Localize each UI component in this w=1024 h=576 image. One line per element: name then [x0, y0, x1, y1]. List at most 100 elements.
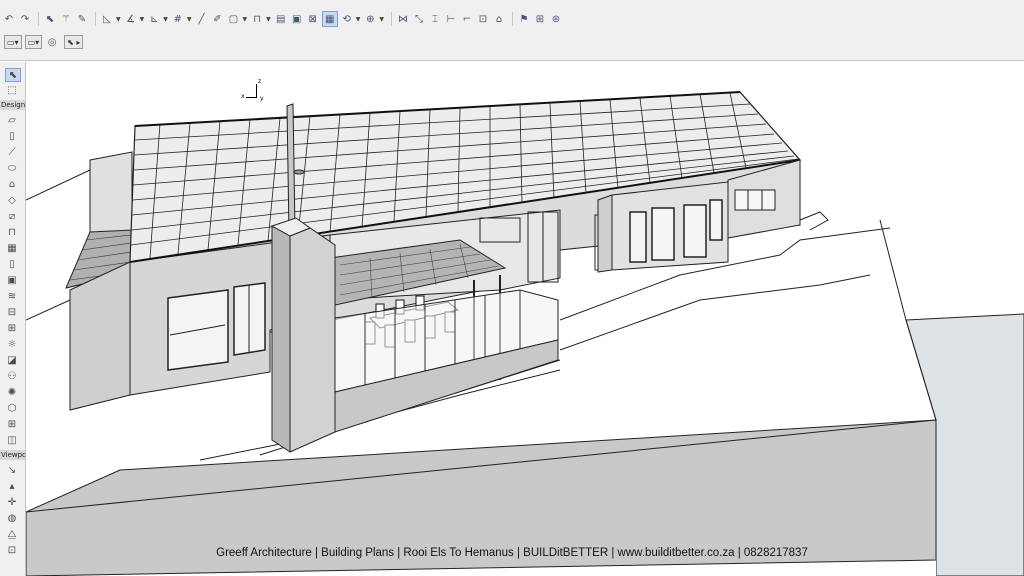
flag-icon[interactable]: ⚑: [517, 12, 531, 26]
dropdown-arrow-icon[interactable]: ▼: [356, 16, 361, 23]
marquee-icon[interactable]: ⬚: [5, 84, 19, 96]
grid-icon[interactable]: #: [171, 12, 185, 26]
right-bay-side: [597, 194, 613, 273]
magic-wand-icon[interactable]: ⚚: [59, 12, 73, 26]
wall-icon[interactable]: ▱: [5, 114, 19, 126]
mesh-icon[interactable]: ⬡: [5, 402, 19, 414]
publish-icon[interactable]: ⊛: [549, 12, 563, 26]
roof-icon[interactable]: ⌂: [5, 178, 19, 190]
layers-icon[interactable]: ▤: [274, 12, 288, 26]
elevation-icon[interactable]: ▴: [5, 480, 19, 492]
window-grid-icon[interactable]: ▦: [5, 242, 19, 254]
trim-icon[interactable]: ⌂: [492, 12, 506, 26]
dropdown-arrow-icon[interactable]: ▼: [140, 16, 145, 23]
morph-icon[interactable]: ⊞: [5, 418, 19, 430]
worksheet-icon[interactable]: ◍: [5, 512, 19, 524]
change-icon[interactable]: ⧋: [5, 528, 19, 540]
toolbar-divider: [38, 12, 39, 26]
layout-icon[interactable]: ⊞: [533, 12, 547, 26]
toolbar-divider: [391, 12, 392, 26]
refresh-view-icon[interactable]: ◎: [45, 35, 59, 49]
3d-window-icon[interactable]: ▦: [321, 11, 338, 27]
mirror-icon[interactable]: ⋈: [396, 12, 410, 26]
orbit-icon[interactable]: ⟲: [340, 12, 354, 26]
axis-z-label: z: [258, 78, 262, 85]
3d-viewport[interactable]: z x y: [26, 62, 1024, 576]
curtain-wall-icon[interactable]: ⊓: [5, 226, 19, 238]
guide-line-icon[interactable]: ∡: [124, 12, 138, 26]
dropdown-arrow-icon[interactable]: ▼: [379, 16, 384, 23]
zone-icon[interactable]: ◪: [5, 354, 19, 366]
stretch-icon[interactable]: ⊢: [444, 12, 458, 26]
view-scale-icon[interactable]: ▭▾: [24, 35, 43, 49]
line-icon[interactable]: ╱: [195, 12, 209, 26]
dropdown-arrow-icon[interactable]: ▼: [116, 16, 121, 23]
pointer-mode-icon[interactable]: ⬉ ▸: [64, 35, 84, 49]
sun-icon[interactable]: ✺: [5, 386, 19, 398]
arrow-select-icon[interactable]: ⬉: [5, 68, 21, 82]
figure-icon[interactable]: ⚇: [5, 370, 19, 382]
axis-gizmo: z x y: [240, 78, 270, 106]
split-icon[interactable]: ⊡: [476, 12, 490, 26]
lamp-icon[interactable]: ☼: [5, 338, 19, 350]
toolbar-icons-row: ↶ ↷ ⬉ ⚚ ✎ ◺ ▼ ∡ ▼ ⊾ ▼ # ▼ ╱ ✐ ▢ ▼ ⊓ ▼ ▤ …: [2, 10, 565, 28]
toolbox-panel: ⬉ ⬚ Design ▱ ▯ ⟋ ⬭ ⌂ ◇ ⧄ ⊓ ▦ ▯ ▣ ≋ ⊟ ⊞ ☼…: [0, 62, 26, 576]
slab-icon[interactable]: ⬭: [5, 162, 19, 174]
lock-icon[interactable]: ⊓: [250, 12, 264, 26]
stair-icon[interactable]: ≋: [5, 290, 19, 302]
window-icon[interactable]: ▣: [5, 274, 19, 286]
snap-icon[interactable]: ⊾: [147, 12, 161, 26]
redo-icon[interactable]: ↷: [18, 12, 32, 26]
dropdown-arrow-icon[interactable]: ▼: [266, 16, 271, 23]
terrain-contour: [559, 274, 871, 351]
beam-icon[interactable]: ⟋: [5, 146, 19, 158]
railing-icon[interactable]: ⊟: [5, 306, 19, 318]
section-icon[interactable]: ◫: [5, 434, 19, 446]
dropdown-arrow-icon[interactable]: ▼: [187, 16, 192, 23]
view-controls: ▭▾ ▭▾ ◎ ⬉ ▸: [4, 35, 84, 49]
bay-window: [683, 204, 707, 258]
group-icon[interactable]: ▣: [290, 12, 304, 26]
eyedropper-icon[interactable]: ✎: [75, 12, 89, 26]
chimney-breast-side: [271, 225, 291, 453]
ungroup-icon[interactable]: ⊠: [306, 12, 320, 26]
offset-icon[interactable]: ⌶: [428, 12, 442, 26]
object-icon[interactable]: ⊞: [5, 322, 19, 334]
floor-selector-icon[interactable]: ▭▾: [4, 35, 22, 49]
right-windows: [734, 189, 776, 211]
design-section-label: Design: [0, 100, 25, 110]
axis-z-line: [256, 84, 257, 98]
door-icon[interactable]: ▯: [5, 258, 19, 270]
dropdown-arrow-icon[interactable]: ▼: [243, 16, 248, 23]
axis-x-line: [246, 97, 256, 98]
navigation-icon[interactable]: ⊕: [363, 12, 377, 26]
chimney-flue: [286, 103, 296, 235]
main-toolbar: ↶ ↷ ⬉ ⚚ ✎ ◺ ▼ ∡ ▼ ⊾ ▼ # ▼ ╱ ✐ ▢ ▼ ⊓ ▼ ▤ …: [0, 0, 1024, 31]
dropdown-arrow-icon[interactable]: ▼: [163, 16, 168, 23]
secondary-toolbar: [0, 30, 1024, 61]
column-icon[interactable]: ▯: [5, 130, 19, 142]
3d-model-drawing: [26, 91, 1024, 576]
detail-icon[interactable]: ✛: [5, 496, 19, 508]
bay-window: [629, 211, 647, 263]
toolbar-divider: [512, 12, 513, 26]
terrain-contour: [799, 211, 829, 231]
axis-x-label: x: [241, 93, 245, 100]
bay-window: [651, 207, 675, 261]
triangle-ruler-icon[interactable]: ◺: [100, 12, 114, 26]
chimney-breast-front: [289, 227, 336, 453]
arrow-select-icon[interactable]: ⬉: [43, 12, 57, 26]
pen-icon[interactable]: ✐: [211, 12, 225, 26]
skylight-icon[interactable]: ⧄: [5, 210, 19, 222]
shell-icon[interactable]: ◇: [5, 194, 19, 206]
undo-icon[interactable]: ↶: [2, 12, 16, 26]
viewpoint-section-label: Viewpoi: [0, 450, 25, 460]
terrain-contour: [26, 299, 71, 321]
watermark-caption: Greeff Architecture | Building Plans | R…: [216, 547, 808, 559]
rotate-icon[interactable]: ⤡: [412, 12, 426, 26]
box-icon[interactable]: ▢: [227, 12, 241, 26]
axis-y-label: y: [260, 95, 264, 102]
toolbar-divider: [95, 12, 96, 26]
section-line-icon[interactable]: ↘: [5, 464, 19, 476]
fillet-icon[interactable]: ⌐: [460, 12, 474, 26]
